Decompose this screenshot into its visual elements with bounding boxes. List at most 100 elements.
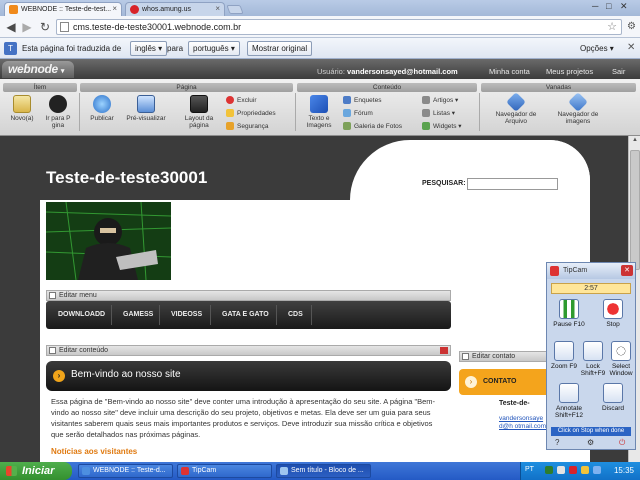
show-original-button[interactable]: Mostrar original <box>247 41 313 56</box>
forward-arrow-icon[interactable]: ▶ <box>20 20 34 34</box>
tab-whos-amung-us[interactable]: whos.amung.us × <box>125 2 225 16</box>
stop-icon <box>603 299 623 319</box>
site-title[interactable]: Teste-de-teste30001 <box>46 168 207 188</box>
network-icon[interactable] <box>545 466 553 474</box>
text-images-button[interactable]: Texto e Imagens <box>300 95 338 129</box>
address-bar[interactable]: cms.teste-de-teste30001.webnode.com.br ☆ <box>56 19 622 35</box>
webnode-favicon-icon <box>9 5 18 14</box>
properties-icon <box>226 109 234 117</box>
image-browser-button[interactable]: Navegador de imagens <box>548 92 608 125</box>
widgets-button[interactable]: Widgets ▾ <box>422 122 462 130</box>
pause-button[interactable]: Pause F10 <box>549 299 589 328</box>
edit-contact-bar[interactable]: Editar contato <box>459 351 549 362</box>
select-window-button[interactable]: Select Window <box>607 341 635 377</box>
translate-to-label: para <box>167 44 184 53</box>
polls-button[interactable]: Enquetes <box>343 96 381 104</box>
stop-button[interactable]: Stop <box>593 299 633 328</box>
translate-options-menu[interactable]: Opções ▾ <box>580 44 614 53</box>
text-images-label: Texto e Imagens <box>306 115 332 129</box>
reload-icon[interactable]: ↻ <box>38 20 52 34</box>
page-layout-button[interactable]: Layout da página <box>178 95 220 129</box>
taskbar-item-browser[interactable]: WEBNODE :: Teste-d... <box>78 464 173 478</box>
welcome-section-header: › Bem-vindo ao nosso site <box>46 361 451 391</box>
page-security-button[interactable]: Segurança <box>226 122 268 130</box>
menu-item-gata-e-gato[interactable]: GATA E GATO <box>222 311 269 318</box>
tab-webnode[interactable]: WEBNODE :: Teste-de-test... × <box>4 2 122 16</box>
header-image[interactable] <box>46 202 171 280</box>
close-translate-bar-icon[interactable]: ✕ <box>627 42 635 53</box>
close-window-icon[interactable]: ✕ <box>620 1 628 12</box>
discard-button[interactable]: Discard <box>593 383 633 412</box>
tipcam-title-bar[interactable]: TipCam ✕ <box>547 263 635 279</box>
maximize-icon[interactable]: □ <box>606 1 611 11</box>
menu-item-gamess[interactable]: GAMESS <box>123 311 153 318</box>
power-icon[interactable]: ⏻ <box>619 438 625 448</box>
settings-gear-icon[interactable]: ⚙ <box>587 438 594 447</box>
start-label: Iniciar <box>22 465 55 477</box>
menu-item-downloadd[interactable]: DOWNLOADD <box>58 311 105 318</box>
articles-button[interactable]: Artigos ▾ <box>422 96 458 104</box>
security-shield-icon[interactable] <box>581 466 589 474</box>
taskbar-item-label: TipCam <box>192 467 217 474</box>
delete-page-button[interactable]: Excluir <box>226 96 257 104</box>
close-tab-icon[interactable]: × <box>215 4 220 13</box>
source-language-select[interactable]: inglês ▾ <box>130 41 168 56</box>
antivirus-icon[interactable] <box>569 466 577 474</box>
publish-button[interactable]: Publicar <box>84 95 120 122</box>
language-indicator[interactable]: PT <box>525 466 534 473</box>
edit-menu-bar[interactable]: Editar menu <box>46 290 451 301</box>
taskbar-item-label: Sem título - Bloco de ... <box>291 467 364 474</box>
lists-button[interactable]: Listas ▾ <box>422 109 455 117</box>
menu-item-videoss[interactable]: VIDEOSS <box>171 311 202 318</box>
search-input[interactable] <box>467 178 558 190</box>
widgets-icon <box>422 122 430 130</box>
new-item-button[interactable]: Novo(a) <box>4 95 40 122</box>
stop-hint: Click on Stop when done <box>551 427 631 436</box>
contact-email-link[interactable]: vandersonsaye d@h otmail.com <box>499 415 551 431</box>
page-properties-button[interactable]: Propriedades <box>226 109 276 117</box>
scroll-up-icon[interactable]: ▲ <box>630 137 640 147</box>
my-projects-link[interactable]: Meus projetos <box>546 67 593 76</box>
new-tab-button[interactable] <box>226 5 244 14</box>
edit-icon <box>49 292 56 299</box>
photo-gallery-button[interactable]: Galeria de Fotos <box>343 122 402 130</box>
taskbar-item-tipcam[interactable]: TipCam <box>177 464 272 478</box>
tipcam-widget[interactable]: TipCam ✕ 2:57 Pause F10 Stop Zoom F9 Loc… <box>546 262 636 450</box>
wrench-menu-icon[interactable]: ⚙ <box>627 21 636 32</box>
logout-link[interactable]: Sair <box>612 67 625 76</box>
webnode-logo[interactable]: webnode ▾ <box>2 61 75 78</box>
my-account-link[interactable]: Minha conta <box>489 67 530 76</box>
go-to-page-button[interactable]: Ir para P gina <box>40 95 76 129</box>
footsteps-icon <box>49 95 67 113</box>
menu-item-cds[interactable]: CDS <box>288 311 303 318</box>
file-browser-button[interactable]: Navegador de Arquivo <box>486 92 546 125</box>
close-icon[interactable]: ✕ <box>621 265 633 276</box>
tray-app-icon[interactable] <box>593 466 601 474</box>
edit-content-bar[interactable]: Editar conteúdo <box>46 345 451 356</box>
menu-separator <box>210 305 211 325</box>
select-window-label: Select Window <box>609 363 633 377</box>
delete-content-icon[interactable] <box>440 347 448 354</box>
target-language-select[interactable]: português ▾ <box>188 41 240 56</box>
start-button[interactable]: Iniciar <box>0 462 72 480</box>
tab-title: WEBNODE :: Teste-de-test... <box>21 6 112 13</box>
contact-header: › CONTATO <box>459 369 549 395</box>
help-icon[interactable]: ? <box>555 438 559 447</box>
minimize-icon[interactable]: ─ <box>592 1 598 11</box>
bookmark-star-icon[interactable]: ☆ <box>607 20 617 34</box>
clock[interactable]: 15:35 <box>614 466 634 475</box>
scroll-thumb[interactable] <box>630 150 640 270</box>
zoom-button[interactable]: Zoom F9 <box>549 341 579 370</box>
ribbon-divider <box>295 93 296 131</box>
site-menu: DOWNLOADD GAMESS VIDEOSS GATA E GATO CDS <box>46 301 451 329</box>
forum-button[interactable]: Fórum <box>343 109 373 117</box>
annotate-button[interactable]: Annotate Shift+F12 <box>549 383 589 419</box>
group-content-header: Conteúdo <box>297 83 477 92</box>
lock-button[interactable]: Lock Shift+F9 <box>577 341 609 377</box>
visitors-news-link[interactable]: Notícias aos visitantes <box>51 447 137 456</box>
close-tab-icon[interactable]: × <box>112 4 117 13</box>
taskbar-item-notepad[interactable]: Sem título - Bloco de ... <box>276 464 371 478</box>
preview-button[interactable]: Pré-visualizar <box>122 95 170 122</box>
volume-icon[interactable] <box>557 466 565 474</box>
back-arrow-icon[interactable]: ◀ <box>4 20 18 34</box>
